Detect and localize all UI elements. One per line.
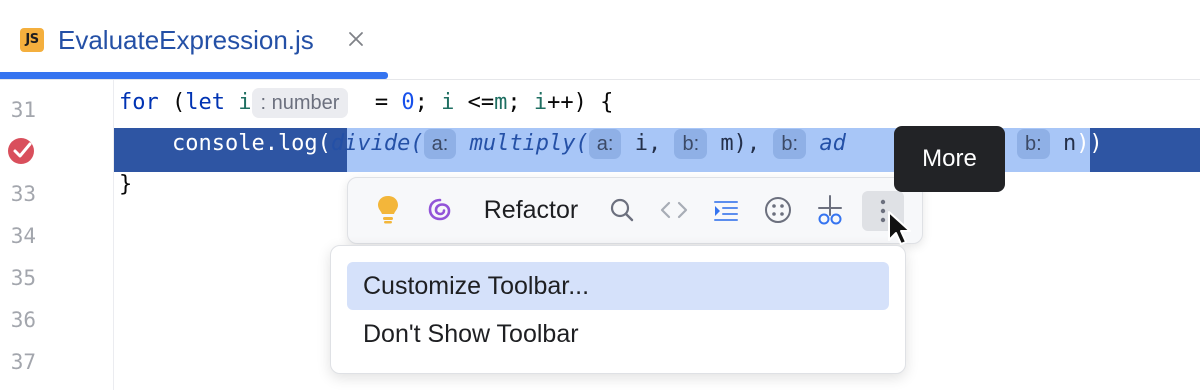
reformat-icon[interactable]	[708, 190, 744, 230]
keyword-for: for	[119, 90, 159, 115]
code-line-32[interactable]: console.log(divide(a: multiply(a: i, b: …	[119, 129, 846, 171]
active-tab-indicator	[0, 72, 388, 79]
mouse-cursor-icon	[886, 210, 912, 248]
variable-i: i	[441, 90, 455, 115]
search-icon[interactable]	[604, 190, 640, 230]
menu-item-label: Don't Show Toolbar	[363, 320, 579, 348]
variable-i: i	[533, 90, 548, 115]
menu-item-label: Customize Toolbar...	[363, 272, 590, 300]
close-icon[interactable]	[344, 26, 368, 52]
breakpoint-icon[interactable]	[7, 136, 37, 166]
code-token: console.log(	[119, 131, 331, 156]
refactor-label: Refactor	[483, 195, 579, 224]
menu-item-dont-show-toolbar[interactable]: Don't Show Toolbar	[347, 310, 889, 358]
code-token: (	[158, 90, 186, 115]
code-token: i,	[634, 131, 675, 156]
param-inlay-hint: b:	[674, 129, 708, 159]
code-token: =	[348, 90, 402, 115]
line-number: 35	[10, 266, 36, 290]
tab-evaluate-expression[interactable]: JS EvaluateExpression.js	[0, 0, 388, 79]
more-tooltip: More	[894, 126, 1005, 192]
number-literal: 0	[401, 90, 415, 115]
editor-tab-bar: JS EvaluateExpression.js	[0, 0, 1200, 80]
refactor-button[interactable]: Refactor	[476, 190, 586, 230]
code-token: ++) {	[547, 90, 614, 115]
line-number: 37	[10, 350, 36, 374]
menu-item-customize-toolbar[interactable]: Customize Toolbar...	[347, 262, 889, 310]
toolbar-options-menu: Customize Toolbar... Don't Show Toolbar	[330, 245, 906, 374]
variable-m: m	[494, 90, 508, 115]
line-number: 33	[10, 182, 36, 206]
param-inlay-hint: a:	[423, 129, 457, 159]
more-options-icon[interactable]	[760, 190, 796, 230]
code-token: m),	[720, 131, 774, 156]
code-line-31[interactable]: for (let i: number = 0; i <=m; i++) {	[119, 88, 613, 130]
floating-toolbar: Refactor	[347, 177, 923, 244]
javascript-file-icon: JS	[20, 28, 44, 52]
debug-icon[interactable]	[812, 190, 848, 230]
ai-assistant-icon[interactable]	[422, 190, 458, 230]
function-divide: divide(	[330, 131, 424, 156]
line-number: 34	[10, 224, 36, 248]
code-token: ;	[507, 90, 534, 115]
code-token: ;	[414, 90, 442, 115]
editor-gutter[interactable]: 31 33 34 35 36 37	[0, 80, 114, 390]
line-number: 31	[10, 98, 36, 122]
code-line-32-tail: b: n))	[1017, 129, 1103, 171]
code-icon[interactable]	[656, 190, 692, 230]
lightbulb-icon[interactable]	[370, 190, 406, 230]
param-inlay-hint: a:	[588, 129, 622, 159]
tab-title: EvaluateExpression.js	[58, 25, 314, 55]
line-number: 36	[10, 308, 36, 332]
code-token: n	[1062, 131, 1077, 156]
function-multiply: multiply(	[469, 131, 589, 156]
variable-i: i	[238, 90, 252, 115]
param-inlay-hint: b:	[1017, 129, 1050, 159]
type-inlay-hint: : number	[251, 88, 349, 118]
code-line-33[interactable]: }	[119, 172, 132, 214]
code-token: ))	[1076, 131, 1103, 156]
code-token: <=	[454, 90, 495, 115]
keyword-let: let	[185, 90, 225, 115]
function-add: ad	[819, 131, 846, 156]
param-inlay-hint: b:	[773, 129, 807, 159]
